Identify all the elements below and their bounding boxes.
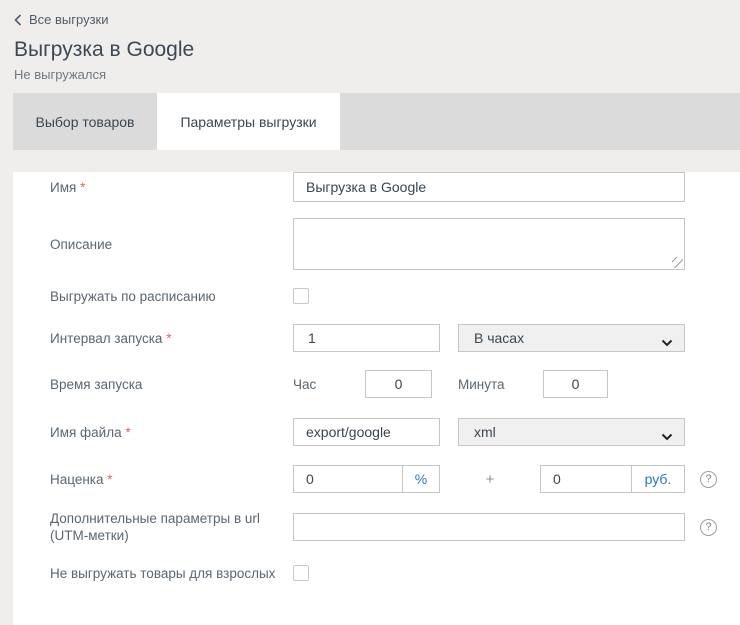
markup-help-icon[interactable]: ?: [700, 471, 717, 488]
export-status-text: Не выгружался: [14, 67, 740, 82]
form-row-markup: Наценка * % + руб. ?: [50, 465, 740, 493]
back-to-all-exports-link[interactable]: Все выгрузки: [14, 12, 109, 27]
description-textarea[interactable]: [293, 218, 685, 270]
back-link-label: Все выгрузки: [29, 12, 109, 27]
schedule-label: Выгружать по расписанию: [50, 288, 293, 305]
rub-suffix: руб.: [631, 466, 684, 492]
interval-unit-selected: В часах: [474, 330, 524, 346]
file-format-select[interactable]: xml: [458, 418, 685, 446]
utm-input[interactable]: [293, 513, 685, 541]
form-row-filename: Имя файла * xml: [50, 418, 740, 446]
description-textarea-wrap: [293, 218, 685, 270]
form-row-schedule: Выгружать по расписанию: [50, 288, 740, 304]
markup-percent-group: %: [293, 465, 440, 493]
chevron-left-icon: [14, 14, 22, 26]
tab-bar: Выбор товаров Параметры выгрузки: [13, 93, 740, 150]
filename-input[interactable]: [293, 418, 440, 446]
hour-label: Час: [293, 377, 365, 392]
minute-input: [543, 370, 608, 398]
utm-label: Дополнительные параметры в url (UTM-метк…: [50, 510, 293, 544]
form-row-description: Описание: [50, 218, 740, 270]
markup-rub-input[interactable]: [541, 466, 631, 492]
interval-label: Интервал запуска *: [50, 330, 293, 347]
page-title: Выгрузка в Google: [14, 38, 740, 62]
markup-rub-group: руб.: [540, 465, 685, 493]
schedule-checkbox[interactable]: [293, 288, 309, 304]
interval-value-input: [293, 324, 440, 352]
adult-checkbox[interactable]: [293, 565, 309, 581]
form-row-interval: Интервал запуска * В часах: [50, 324, 740, 352]
chevron-down-icon: [661, 428, 673, 444]
name-input[interactable]: [293, 172, 685, 202]
form-row-start-time: Время запуска Час Минута: [50, 370, 740, 398]
required-asterisk: *: [107, 472, 112, 487]
export-parameters-form: Имя * Описание Выгружать по расписанию И…: [13, 172, 740, 625]
percent-suffix: %: [402, 466, 439, 492]
form-row-name: Имя *: [50, 172, 740, 202]
tab-product-selection[interactable]: Выбор товаров: [13, 93, 157, 150]
description-label: Описание: [50, 236, 293, 253]
tab-export-parameters[interactable]: Параметры выгрузки: [157, 93, 340, 150]
form-row-adult: Не выгружать товары для взрослых: [50, 565, 740, 581]
utm-help-icon[interactable]: ?: [700, 519, 717, 536]
adult-label: Не выгружать товары для взрослых: [50, 565, 293, 582]
markup-label: Наценка *: [50, 471, 293, 488]
required-asterisk: *: [166, 331, 171, 346]
hour-input: [365, 370, 432, 398]
chevron-down-icon: [661, 334, 673, 350]
required-asterisk: *: [80, 180, 85, 195]
start-time-label: Время запуска: [50, 376, 293, 393]
filename-label: Имя файла *: [50, 424, 293, 441]
form-row-utm: Дополнительные параметры в url (UTM-метк…: [50, 513, 740, 541]
minute-label: Минута: [458, 377, 543, 392]
name-label: Имя *: [50, 179, 293, 196]
page-header: Все выгрузки Выгрузка в Google Не выгруж…: [0, 0, 740, 93]
interval-unit-select[interactable]: В часах: [458, 324, 685, 352]
plus-sign: +: [440, 471, 540, 488]
markup-percent-input[interactable]: [294, 466, 402, 492]
file-format-selected: xml: [474, 424, 496, 440]
required-asterisk: *: [125, 425, 130, 440]
